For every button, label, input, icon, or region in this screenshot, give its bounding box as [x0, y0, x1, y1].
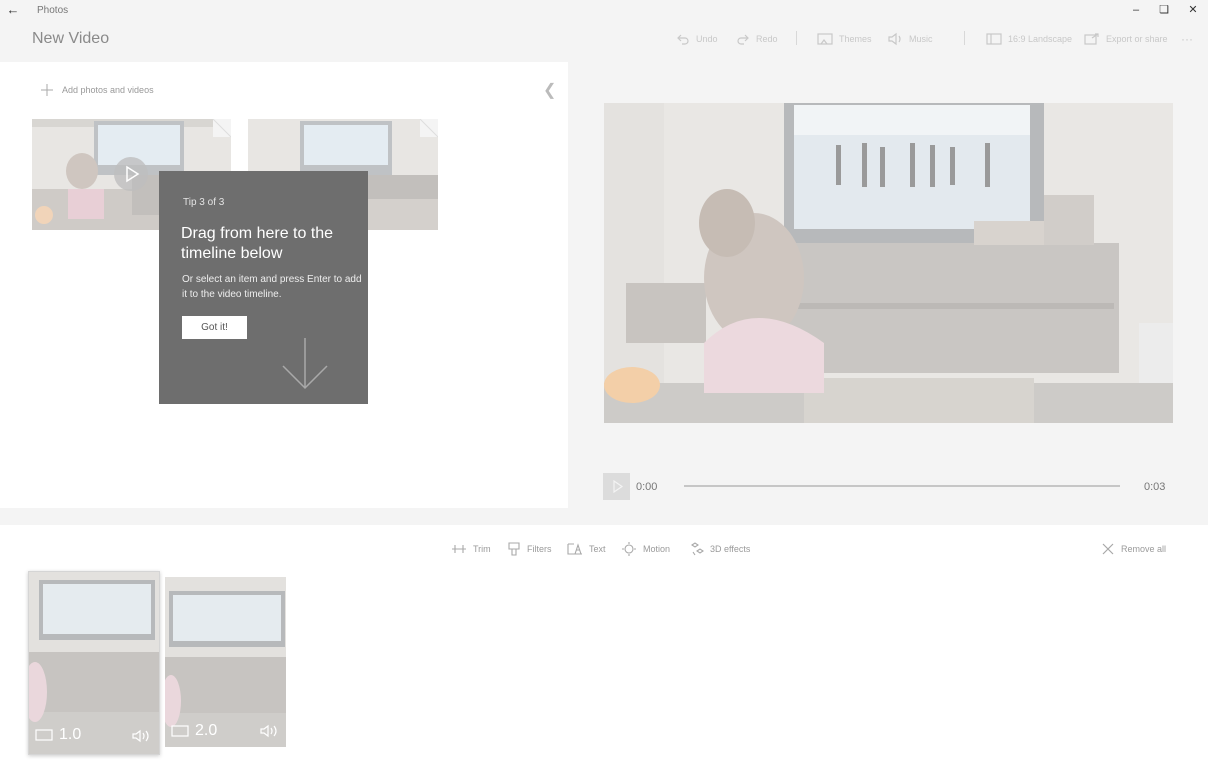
preview-frame [604, 103, 1173, 423]
title-bar: ← Photos – ❏ ✕ [0, 0, 1208, 22]
aspect-icon [986, 33, 1002, 45]
redo-button[interactable]: Redo [736, 31, 778, 47]
more-button[interactable]: ··· [1181, 31, 1193, 47]
app-title: Photos [37, 5, 69, 16]
add-photos-button[interactable]: Add photos and videos [40, 83, 154, 97]
storyboard-clip-2[interactable]: 2.0 [165, 577, 286, 747]
chevron-left-icon[interactable]: ❮ [543, 80, 556, 100]
3d-effects-button[interactable]: 3D effects [690, 542, 750, 556]
text-label: Text [589, 544, 606, 554]
speaker-icon[interactable] [259, 723, 279, 739]
motion-button[interactable]: Motion [621, 542, 670, 556]
trim-label: Trim [473, 544, 491, 554]
filters-icon [508, 542, 520, 556]
theme-label: Themes [839, 34, 872, 44]
trim-button[interactable]: Trim [451, 542, 491, 556]
remove-icon [1102, 543, 1114, 555]
tip-counter: Tip 3 of 3 [183, 197, 225, 208]
filters-button[interactable]: Filters [507, 542, 552, 556]
clip-duration: 2.0 [171, 722, 217, 740]
export-button[interactable]: Export or share [1084, 31, 1168, 47]
text-button[interactable]: Text [567, 542, 606, 556]
toolbar-divider [964, 31, 965, 45]
minimize-icon[interactable]: – [1124, 2, 1148, 18]
remove-all-label: Remove all [1121, 544, 1167, 554]
undo-label: Undo [696, 34, 718, 44]
clip-duration: 1.0 [35, 726, 81, 744]
text-icon [567, 543, 582, 555]
motion-icon [622, 542, 636, 556]
clip-duration-label: 1.0 [59, 726, 82, 743]
export-label: Export or share [1106, 34, 1168, 44]
duration-time: 0:03 [1144, 481, 1166, 493]
storyboard-clip-1[interactable]: 1.0 [28, 571, 160, 755]
filters-label: Filters [527, 544, 552, 554]
plus-icon [41, 84, 53, 96]
add-photos-label: Add photos and videos [62, 85, 154, 95]
toolbar-divider [796, 31, 797, 45]
remove-all-button[interactable]: Remove all [1101, 542, 1166, 556]
tip-heading: Drag from here to the timeline below [181, 225, 334, 262]
play-icon[interactable] [114, 157, 148, 191]
speaker-icon[interactable] [131, 728, 151, 744]
seek-bar[interactable] [684, 485, 1120, 487]
theme-button[interactable]: Themes [817, 31, 872, 47]
motion-label: Motion [643, 544, 671, 554]
clip-frame-icon [35, 729, 53, 741]
page-title: New Video [32, 30, 110, 47]
3d-effects-icon [691, 542, 704, 556]
got-it-button[interactable]: Got it! [182, 316, 247, 339]
play-triangle-icon [126, 165, 140, 183]
export-icon [1084, 33, 1099, 45]
back-arrow-icon[interactable]: ← [4, 2, 22, 18]
current-time: 0:00 [636, 481, 658, 493]
aspect-label: 16:9 Landscape [1008, 34, 1073, 44]
theme-icon [817, 33, 833, 45]
trim-icon [452, 545, 466, 553]
undo-icon [677, 34, 689, 45]
tip-flyout: Tip 3 of 3 Drag from here to the timelin… [159, 171, 368, 404]
music-button[interactable]: Music [887, 31, 933, 47]
music-label: Music [909, 34, 933, 44]
play-icon [613, 479, 624, 494]
3d-effects-label: 3D effects [710, 544, 751, 554]
redo-label: Redo [756, 34, 778, 44]
tip-body: Or select an item and press Enter to add… [182, 274, 362, 300]
maximize-icon[interactable]: ❏ [1152, 2, 1176, 18]
play-button[interactable] [603, 473, 630, 500]
clip-frame-icon [171, 725, 189, 737]
redo-icon [737, 34, 749, 45]
more-icon: ··· [1181, 32, 1193, 46]
video-preview [604, 103, 1173, 423]
aspect-ratio-button[interactable]: 16:9 Landscape [986, 31, 1072, 47]
music-icon [888, 32, 901, 46]
close-icon[interactable]: ✕ [1181, 2, 1205, 18]
clip-duration-label: 2.0 [195, 722, 218, 739]
undo-button[interactable]: Undo [676, 31, 718, 47]
down-arrow-icon [282, 338, 328, 390]
